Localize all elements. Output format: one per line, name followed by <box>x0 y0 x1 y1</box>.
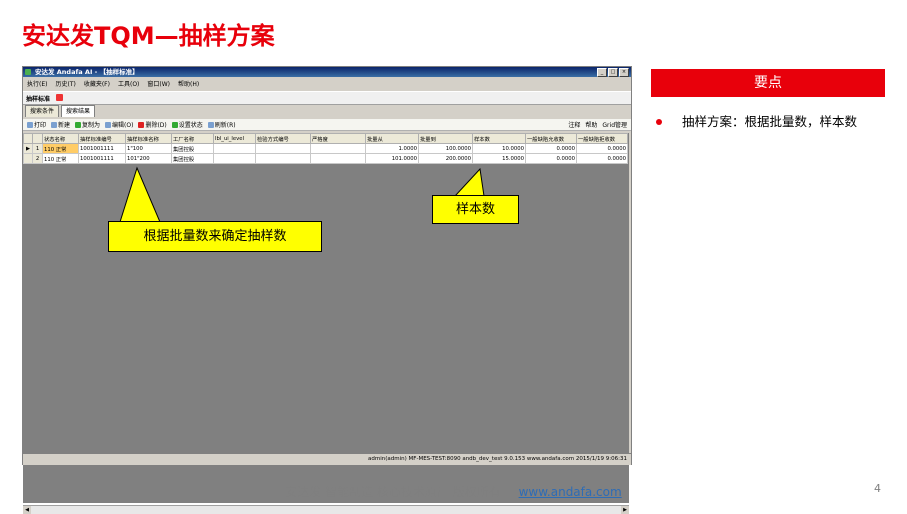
callout-lot-size: 根据批量数来确定抽样数 <box>108 221 322 252</box>
footer: 安达发 智能制造 核心技术原厂 版权所有 www.andafa.com <box>0 483 907 500</box>
callout-pointer-lot <box>119 166 161 223</box>
bullet-dot-icon <box>656 119 662 125</box>
key-point-text: 抽样方案：根据批量数，样本数 <box>682 114 858 129</box>
footer-link[interactable]: www.andafa.com <box>519 485 622 499</box>
callout-pointer-sample <box>453 167 485 197</box>
key-points-header: 要点 <box>651 69 885 97</box>
footer-text: 安达发 智能制造 核心技术原厂 版权所有 <box>285 485 501 499</box>
page-number: 4 <box>874 482 881 495</box>
callout-sample-count: 样本数 <box>432 195 519 224</box>
